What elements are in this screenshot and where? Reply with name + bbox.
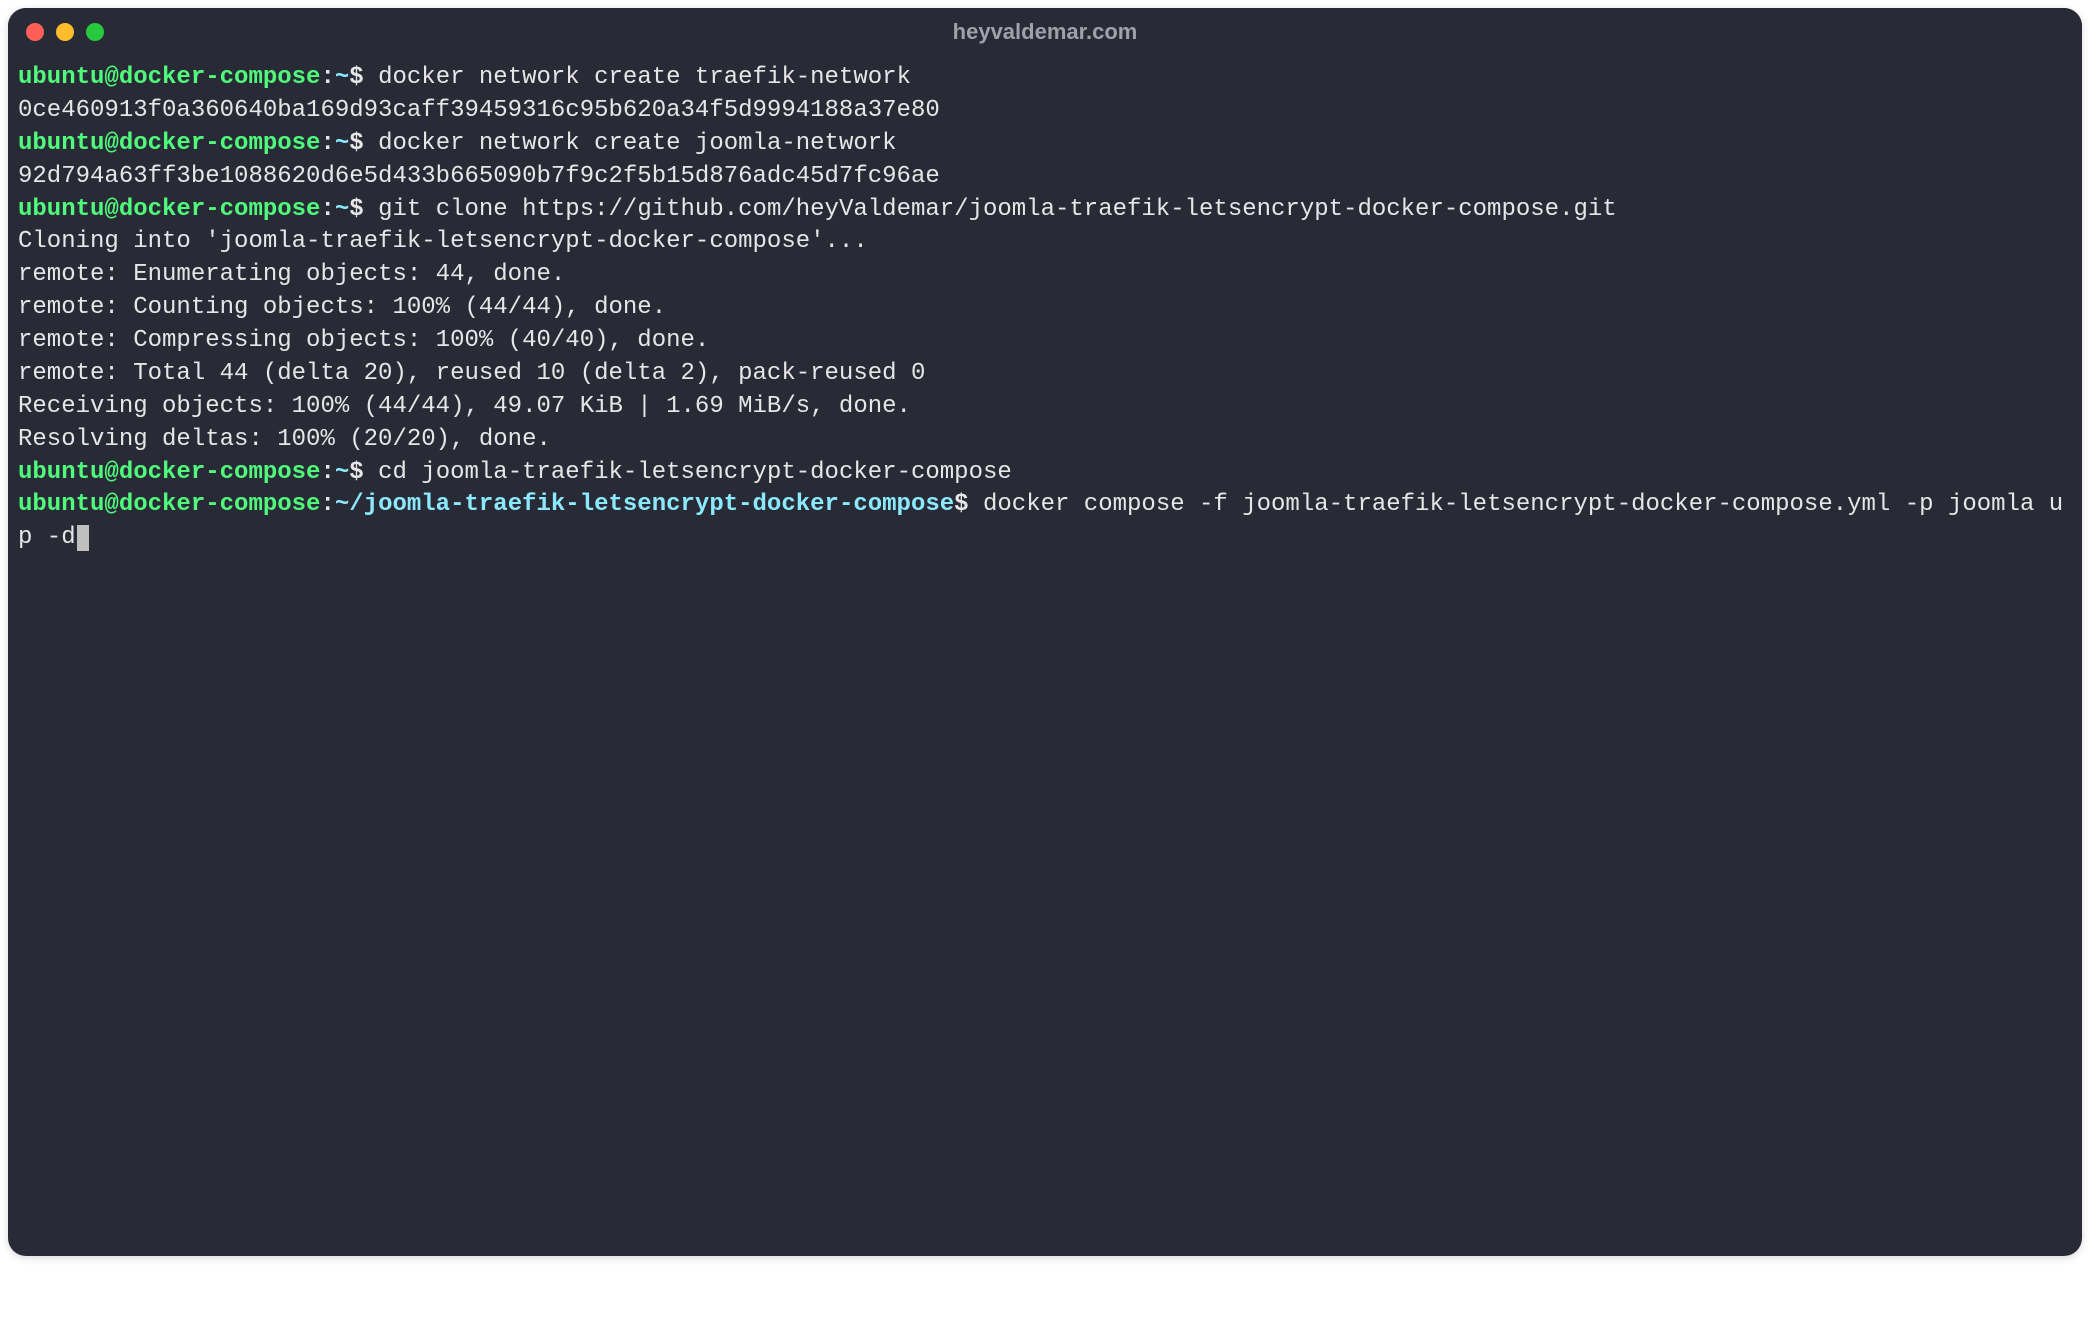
window-title: heyvaldemar.com [953,19,1138,45]
prompt-line: ubuntu@docker-compose:~$ docker network … [18,128,2072,161]
cursor-icon [77,525,89,551]
title-bar: heyvaldemar.com [8,8,2082,56]
user-host: ubuntu@docker-compose [18,491,320,518]
output-line: 0ce460913f0a360640ba169d93caff39459316c9… [18,95,2072,128]
prompt-path: ~ [335,64,349,91]
user-host: ubuntu@docker-compose [18,459,320,486]
output-line: Resolving deltas: 100% (20/20), done. [18,424,2072,457]
prompt-dollar: $ [349,459,363,486]
prompt-dollar: $ [954,491,968,518]
prompt-path: ~/joomla-traefik-letsencrypt-docker-comp… [335,491,954,518]
prompt-dollar: $ [349,196,363,223]
prompt-line: ubuntu@docker-compose:~$ git clone https… [18,194,2072,227]
output-text: remote: Total 44 (delta 20), reused 10 (… [18,360,925,387]
prompt-path: ~ [335,196,349,223]
output-text: 92d794a63ff3be1088620d6e5d433b665090b7f9… [18,163,940,190]
prompt-line: ubuntu@docker-compose:~$ cd joomla-traef… [18,457,2072,490]
maximize-icon[interactable] [86,23,104,41]
command-text: cd joomla-traefik-letsencrypt-docker-com… [378,459,1012,486]
prompt-path: ~ [335,130,349,157]
output-text: 0ce460913f0a360640ba169d93caff39459316c9… [18,97,940,124]
user-host: ubuntu@docker-compose [18,64,320,91]
output-text: remote: Compressing objects: 100% (40/40… [18,327,709,354]
command-text: git clone https://github.com/heyValdemar… [378,196,1617,223]
command-text: docker network create traefik-network [378,64,911,91]
traffic-lights [26,23,104,41]
command-text: docker network create joomla-network [378,130,896,157]
user-host: ubuntu@docker-compose [18,196,320,223]
user-host: ubuntu@docker-compose [18,130,320,157]
output-text: remote: Enumerating objects: 44, done. [18,261,565,288]
prompt-dollar: $ [349,130,363,157]
output-line: Receiving objects: 100% (44/44), 49.07 K… [18,391,2072,424]
output-text: Cloning into 'joomla-traefik-letsencrypt… [18,228,868,255]
output-line: remote: Enumerating objects: 44, done. [18,259,2072,292]
output-text: Receiving objects: 100% (44/44), 49.07 K… [18,393,911,420]
close-icon[interactable] [26,23,44,41]
output-line: 92d794a63ff3be1088620d6e5d433b665090b7f9… [18,161,2072,194]
output-line: Cloning into 'joomla-traefik-letsencrypt… [18,226,2072,259]
prompt-path: ~ [335,459,349,486]
minimize-icon[interactable] [56,23,74,41]
prompt-colon: : [320,459,334,486]
output-text: remote: Counting objects: 100% (44/44), … [18,294,666,321]
terminal-window: heyvaldemar.com ubuntu@docker-compose:~$… [8,8,2082,1256]
terminal-body[interactable]: ubuntu@docker-compose:~$ docker network … [8,56,2082,1256]
prompt-line: ubuntu@docker-compose:~/joomla-traefik-l… [18,489,2072,555]
prompt-line: ubuntu@docker-compose:~$ docker network … [18,62,2072,95]
prompt-colon: : [320,130,334,157]
output-line: remote: Counting objects: 100% (44/44), … [18,292,2072,325]
prompt-colon: : [320,196,334,223]
output-line: remote: Compressing objects: 100% (40/40… [18,325,2072,358]
output-text: Resolving deltas: 100% (20/20), done. [18,426,551,453]
output-line: remote: Total 44 (delta 20), reused 10 (… [18,358,2072,391]
prompt-colon: : [320,64,334,91]
prompt-dollar: $ [349,64,363,91]
prompt-colon: : [320,491,334,518]
